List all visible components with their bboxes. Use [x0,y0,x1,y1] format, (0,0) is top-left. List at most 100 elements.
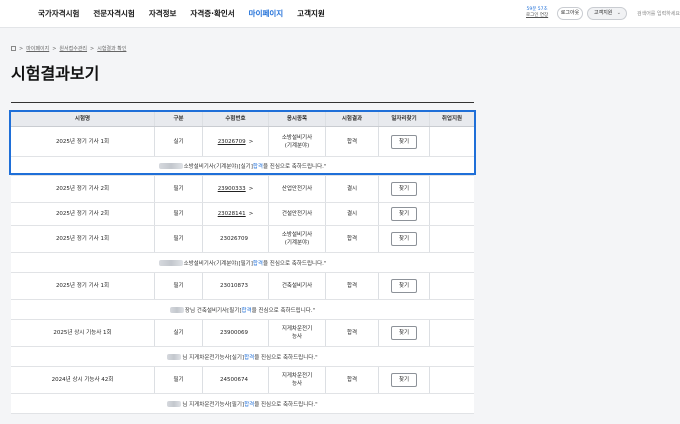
exam-number[interactable]: 23026709 [218,138,246,146]
masked-name [158,259,183,266]
table-row: 2025년 정기 기사 2회 필기 23028141 > 건설안전기사 결시 찾기 [11,203,474,226]
exam-type: 실기 [155,320,203,346]
logout-button[interactable]: 로그아웃 [557,7,583,20]
subject-line: 산업안전기사 [281,186,313,192]
find-job-button[interactable]: 찾기 [391,134,417,149]
result-table: 시험명 구분 수험번호 응시종목 시험결과 일자리찾기 취업지원 2025년 정… [11,110,474,414]
breadcrumb-result[interactable]: 시험결과 확인 [97,45,126,52]
congrats-message: 님 지게차운전기능사[실기] 합격 을 진심으로 축하드립니다." [11,347,474,367]
exam-subject: 건설안전기사 [269,203,326,225]
exam-number-cell[interactable]: 23900333 > [203,176,269,202]
exam-number[interactable]: 23900333 [218,185,246,193]
exam-number-cell: 23010873 [203,273,269,299]
chevron-right-icon: > [248,186,254,192]
subject-line: (기계분야) [284,240,310,246]
col-employment: 취업지원 [441,115,463,122]
find-job-button[interactable]: 찾기 [391,182,417,196]
menu-customer-support[interactable]: 고객지원 [297,0,325,28]
exam-type: 필기 [155,176,203,202]
job-search-cell: 찾기 [379,203,430,225]
exam-number: 23900069 [220,330,248,336]
employment-support-cell [430,203,474,225]
employment-support-cell [430,367,474,393]
subject-line: 능사 [291,381,303,387]
subject-line: 지게차운전기 [281,373,313,379]
breadcrumb-mypage[interactable]: 마이페이지 [26,45,49,52]
exam-result: 결시 [326,203,379,225]
pass-text: 합격 [244,401,255,408]
exam-result: 합격 [326,367,379,393]
exam-number-cell[interactable]: 23028141 > [203,203,269,225]
breadcrumb: > 마이페이지 > 원서접수관리 > 시험결과 확인 [11,45,126,52]
exam-name: 2025년 정기 기사 2회 [11,176,155,202]
exam-result: 합격 [326,320,379,346]
search-input[interactable]: 검색어를 입력하세요 [637,10,680,17]
employment-support-cell [430,273,474,299]
menu-mypage[interactable]: 마이페이지 [249,0,284,28]
exam-result: 결시 [326,176,379,202]
exam-subject: 산업안전기사 [269,176,326,202]
exam-subject: 지게차운전기능사 [269,367,326,393]
find-job-button[interactable]: 찾기 [391,373,417,387]
table-row: 2024년 상시 기능사 42회 필기 24500674 지게차운전기 능사 합격 찾기 [11,367,474,394]
exam-result: 합격 [326,273,379,299]
exam-number: 23010873 [220,283,248,289]
exam-number-cell: 23900069 [203,320,269,346]
chevron-right-icon: > [248,138,254,145]
table-body: 2025년 정기 기사 1회 실기 23026709 > 소방설비기사 (기계분야) 합격 찾… [11,127,474,414]
col-subject: 응시종목 [269,111,326,126]
employment-support-cell [430,226,474,252]
find-job-button[interactable]: 찾기 [391,326,417,340]
exam-subject: 지게차운전기 능사 [269,320,326,346]
exam-type: 필기 [155,203,203,225]
exam-result: 합격 [326,127,379,156]
exam-subject: 소방설비기사 (기계분야) [269,226,326,252]
subject-line: 능사 [291,334,303,340]
subject-line: 소방설비기사 [281,134,313,141]
breadcrumb-application[interactable]: 원서접수관리 [59,45,87,52]
exam-number[interactable]: 23028141 [218,210,246,218]
exam-number-cell[interactable]: 23026709 > [203,127,269,156]
masked-name [167,353,182,360]
job-search-cell: 찾기 [379,273,430,299]
menu-national-exam[interactable]: 국가자격시험 [38,0,79,28]
col-exam-name: 시험명 [11,111,155,126]
subject-line: 건설안전기사 [281,211,313,217]
exam-subject: 소방설비기사 (기계분야) [269,127,326,156]
table-row: 2025년 정기 기사 2회 필기 23900333 > 산업안전기사 결시 찾기 [11,176,474,203]
pass-text: 합격 [252,260,263,267]
menu-qualification-info[interactable]: 자격정보 [149,0,177,28]
find-job-button[interactable]: 찾기 [391,279,417,293]
table-row: 2025년 정기 기사 1회 필기 23026709 소방설비기사 (기계분야) 합격 찾기 [11,226,474,253]
exam-name: 2025년 정기 기사 1회 [11,273,155,299]
exam-type: 필기 [155,273,203,299]
extend-login-link[interactable]: 로그인 연장 [526,13,548,19]
table-header: 시험명 구분 수험번호 응시종목 시험결과 일자리찾기 취업지원 [11,110,474,127]
masked-name [158,163,183,169]
customer-support-dropdown[interactable]: 고객지원 ⌄ [587,7,627,20]
find-job-button[interactable]: 찾기 [391,207,417,221]
exam-number-cell: 24500674 [203,367,269,393]
table-row: 2025년 정기 기사 1회 필기 23010873 건축설비기사 합격 찾기 [11,273,474,300]
employment-support-cell [430,127,474,156]
home-icon[interactable] [11,46,16,51]
exam-result: 합격 [326,226,379,252]
find-job-button[interactable]: 찾기 [391,232,417,246]
exam-type: 필기 [155,226,203,252]
menu-professional-exam[interactable]: 전문자격시험 [93,0,134,28]
pass-text: 합격 [244,354,255,361]
menu-certificate[interactable]: 자격증·확인서 [190,0,234,28]
table-row: 2025년 상시 기능사 1회 실기 23900069 지게차운전기 능사 합격 찾기 [11,320,474,347]
job-search-cell: 찾기 [379,226,430,252]
subject-line: 소방설비기사 [281,232,313,238]
masked-name [167,400,182,407]
employment-support-cell [430,320,474,346]
congrats-message: 소방설비기사(기계분야)[실기] 합격 을 진심으로 축하드립니다." [11,157,474,176]
chevron-down-icon: ⌄ [616,10,621,16]
job-search-cell: 찾기 [379,127,430,156]
exam-number-cell: 23026709 [203,226,269,252]
exam-type: 실기 [155,127,203,156]
table-row: 2025년 정기 기사 1회 실기 23026709 > 소방설비기사 (기계분야) 합격 찾… [11,127,474,157]
exam-name: 2025년 정기 기사 1회 [11,127,155,156]
exam-name: 2025년 정기 기사 1회 [11,226,155,252]
